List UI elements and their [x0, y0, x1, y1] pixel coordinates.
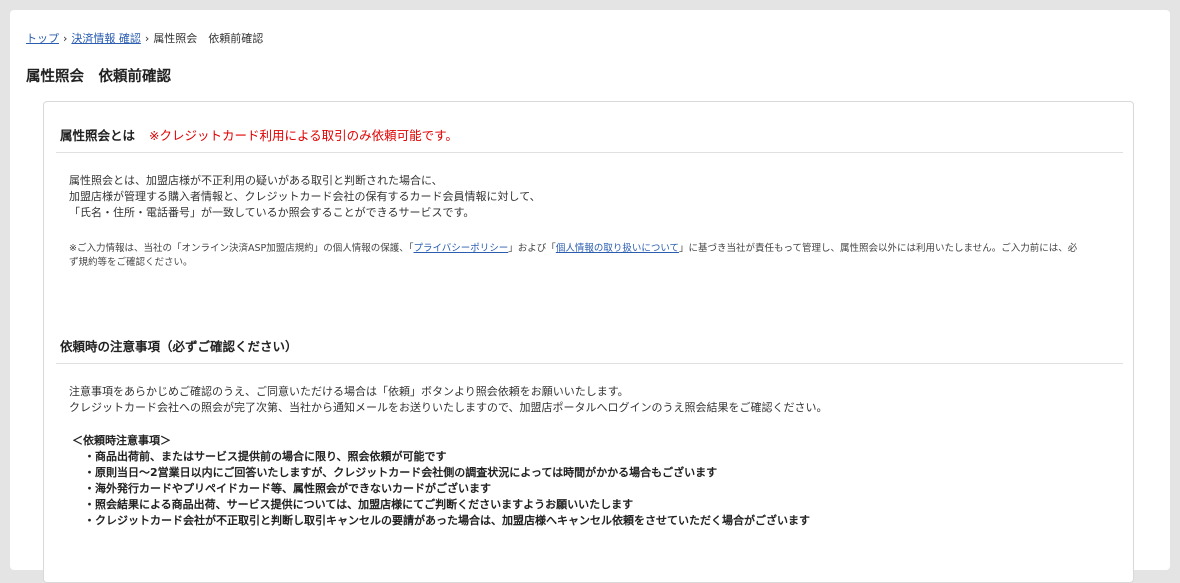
- notice-heading: 依頼時の注意事項（必ずご確認ください）: [60, 339, 298, 354]
- notice-description: 注意事項をあらかじめご確認のうえ、ご同意いただける場合は「依頼」ボタンより照会依…: [69, 384, 828, 416]
- privacy-note: ※ご入力情報は、当社の「オンライン決済ASP加盟店規約」の個人情報の保護、「プラ…: [69, 242, 1079, 270]
- section-divider: [56, 152, 1123, 153]
- page-title: 属性照会 依頼前確認: [26, 69, 171, 85]
- privacy-note-text: ※ご入力情報は、当社の「オンライン決済ASP加盟店規約」の個人情報の保護、「: [69, 243, 414, 254]
- caution-list: ＜依頼時注意事項＞ ・商品出荷前、またはサービス提供前の場合に限り、照会依頼が可…: [72, 433, 810, 529]
- section-divider: [56, 363, 1123, 364]
- caution-item: ・商品出荷前、またはサービス提供前の場合に限り、照会依頼が可能です: [84, 450, 447, 463]
- about-line: 属性照会とは、加盟店様が不正利用の疑いがある取引と判断された場合に、: [69, 174, 443, 187]
- about-line: 加盟店様が管理する購入者情報と、クレジットカード会社の保有するカード会員情報に対…: [69, 190, 541, 203]
- about-warning: ※クレジットカード利用による取引のみ依頼可能です。: [149, 128, 458, 143]
- about-line: 「氏名・住所・電話番号」が一致しているか照会することができるサービスです。: [69, 206, 475, 219]
- notice-line: クレジットカード会社への照会が完了次第、当社から通知メールをお送りいたしますので…: [69, 401, 828, 414]
- about-description: 属性照会とは、加盟店様が不正利用の疑いがある取引と判断された場合に、 加盟店様が…: [69, 173, 541, 221]
- breadcrumb-link-payment-info[interactable]: 決済情報 確認: [71, 32, 141, 45]
- about-heading: 属性照会とは ※クレジットカード利用による取引のみ依頼可能です。: [60, 125, 458, 144]
- breadcrumb-current: 属性照会 依頼前確認: [153, 32, 264, 45]
- page-container: トップ › 決済情報 確認 › 属性照会 依頼前確認 属性照会 依頼前確認 属性照会とは…: [10, 10, 1170, 583]
- caution-title: ＜依頼時注意事項＞: [72, 434, 171, 447]
- caution-item: ・クレジットカード会社が不正取引と判断し取引キャンセルの要請があった場合は、加盟…: [84, 514, 810, 527]
- caution-item: ・照会結果による商品出荷、サービス提供については、加盟店様にてご判断くださいます…: [84, 498, 634, 511]
- info-panel: 属性照会とは ※クレジットカード利用による取引のみ依頼可能です。 属性照会とは、加…: [43, 101, 1134, 583]
- breadcrumb-link-top[interactable]: トップ: [26, 32, 59, 45]
- privacy-note-text: 」および「: [508, 243, 556, 254]
- personal-info-link[interactable]: 個人情報の取り扱いについて: [556, 243, 679, 254]
- breadcrumb: トップ › 決済情報 確認 › 属性照会 依頼前確認: [26, 30, 263, 46]
- breadcrumb-separator: ›: [144, 32, 150, 45]
- caution-item: ・原則当日～2営業日以内にご回答いたしますが、クレジットカード会社側の調査状況に…: [84, 466, 718, 479]
- privacy-policy-link[interactable]: プライバシーポリシー: [413, 243, 508, 254]
- about-heading-label: 属性照会とは: [60, 128, 136, 143]
- breadcrumb-separator: ›: [63, 32, 68, 45]
- caution-item: ・海外発行カードやプリペイドカード等、属性照会ができないカードがございます: [84, 482, 491, 495]
- notice-line: 注意事項をあらかじめご確認のうえ、ご同意いただける場合は「依頼」ボタンより照会依…: [69, 385, 629, 398]
